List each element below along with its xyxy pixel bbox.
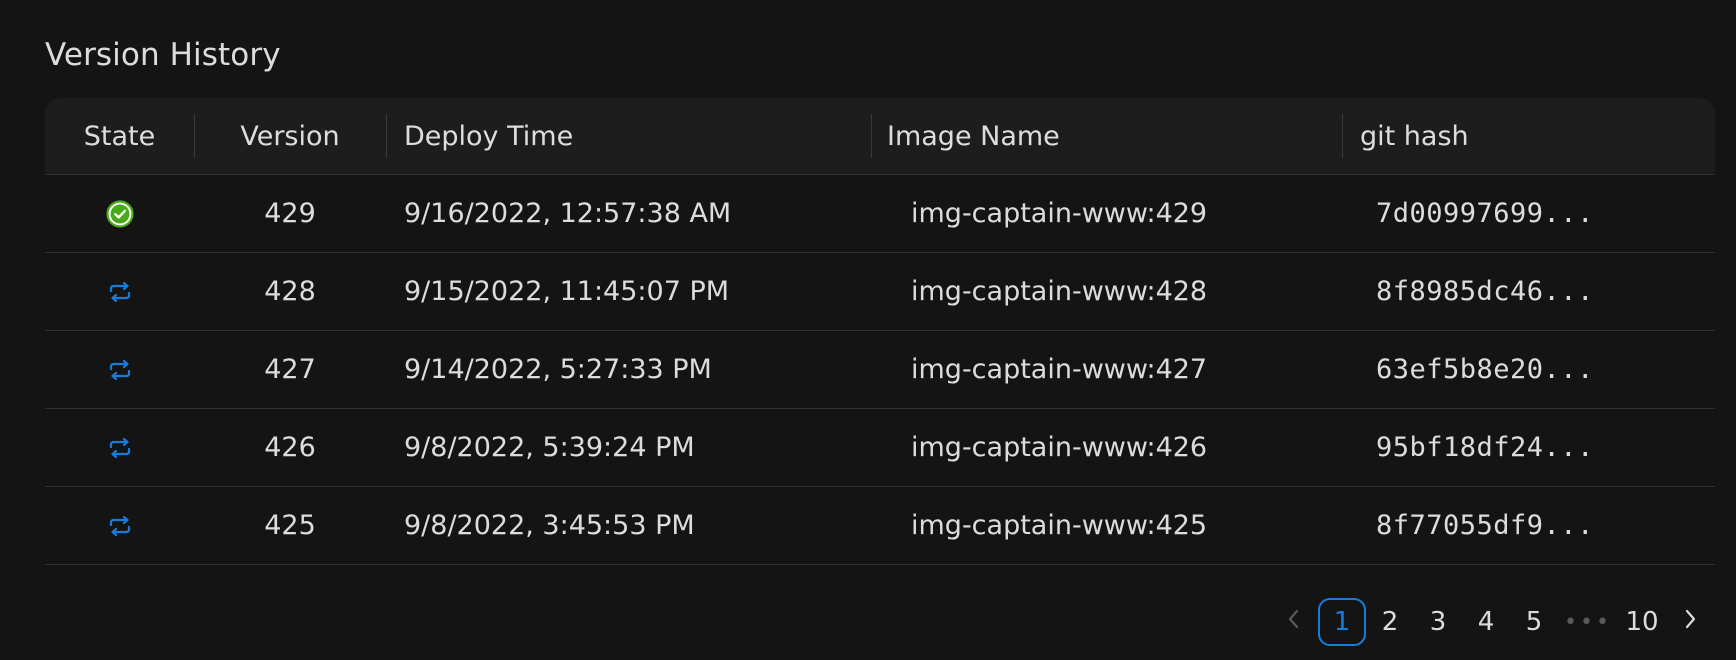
version-cell: 426 [264,432,316,463]
version-cell: 427 [264,354,316,385]
column-header-state[interactable]: State [45,98,194,175]
version-cell: 428 [264,276,316,307]
pagination-page-2[interactable]: 2 [1366,598,1414,646]
pagination-jump-next[interactable]: ••• [1558,598,1618,646]
table-row: 425 9/8/2022, 3:45:53 PM img-captain-www… [45,487,1715,565]
state-cell [45,175,194,252]
column-header-git-hash[interactable]: git hash [1342,98,1715,175]
version-cell: 425 [264,510,316,541]
retweet-icon[interactable] [106,278,134,306]
deploy-time-cell: 9/14/2022, 5:27:33 PM [404,354,712,385]
deploy-time-cell: 9/8/2022, 5:39:24 PM [404,432,695,463]
table-row: 428 9/15/2022, 11:45:07 PM img-captain-w… [45,253,1715,331]
deploy-time-cell: 9/16/2022, 12:57:38 AM [404,198,732,229]
pagination-page-1[interactable]: 1 [1318,598,1366,646]
pagination-page-5[interactable]: 5 [1510,598,1558,646]
pagination-prev-button[interactable] [1270,598,1318,646]
git-hash-cell[interactable]: 63ef5b8e20... [1342,331,1715,408]
git-hash-cell[interactable]: 95bf18df24... [1342,409,1715,486]
git-hash-cell[interactable]: 8f8985dc46... [1342,253,1715,330]
state-cell [45,487,194,564]
retweet-icon[interactable] [106,356,134,384]
chevron-right-icon [1681,607,1699,638]
table-row: 427 9/14/2022, 5:27:33 PM img-captain-ww… [45,331,1715,409]
state-cell [45,253,194,330]
image-name-cell: img-captain-www:426 [911,432,1208,463]
image-name-cell: img-captain-www:429 [911,198,1208,229]
pagination-page-4[interactable]: 4 [1462,598,1510,646]
chevron-left-icon [1285,607,1303,638]
retweet-icon[interactable] [106,512,134,540]
pagination-page-last[interactable]: 10 [1618,598,1666,646]
state-cell [45,409,194,486]
pagination-next-button[interactable] [1666,598,1714,646]
column-header-deploy-time[interactable]: Deploy Time [386,98,871,175]
version-cell: 429 [264,198,316,229]
pagination-page-3[interactable]: 3 [1414,598,1462,646]
image-name-cell: img-captain-www:428 [911,276,1208,307]
deploy-time-cell: 9/8/2022, 3:45:53 PM [404,510,695,541]
column-header-image-name[interactable]: Image Name [871,98,1342,175]
table-row: 426 9/8/2022, 5:39:24 PM img-captain-www… [45,409,1715,487]
git-hash-cell[interactable]: 7d00997699... [1342,175,1715,252]
check-circle-icon [105,199,134,228]
section-title: Version History [45,37,281,73]
pagination: 1 2 3 4 5 ••• 10 [1270,598,1714,646]
table-header: State Version Deploy Time Image Name git… [45,98,1715,175]
git-hash-cell[interactable]: 8f77055df9... [1342,487,1715,564]
image-name-cell: img-captain-www:425 [911,510,1208,541]
state-cell [45,331,194,408]
image-name-cell: img-captain-www:427 [911,354,1208,385]
version-history-table: State Version Deploy Time Image Name git… [45,98,1715,565]
retweet-icon[interactable] [106,434,134,462]
column-header-version[interactable]: Version [194,98,386,175]
deploy-time-cell: 9/15/2022, 11:45:07 PM [404,276,730,307]
table-row: 429 9/16/2022, 12:57:38 AM img-captain-w… [45,175,1715,253]
